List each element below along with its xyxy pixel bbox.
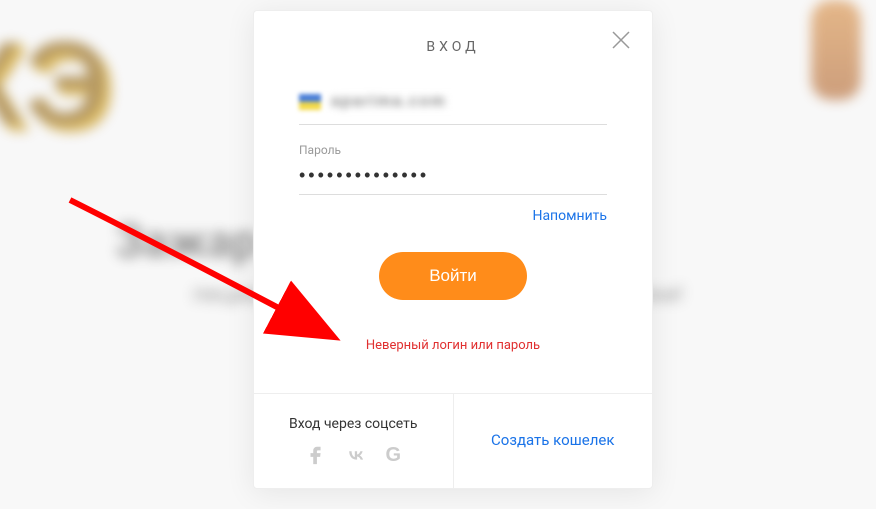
close-icon	[610, 29, 632, 51]
login-modal: ВХОД Пароль Напомнить Войти Неверный лог…	[253, 10, 653, 489]
modal-body: Пароль Напомнить Войти Неверный логин ил…	[254, 79, 652, 393]
remind-wrap: Напомнить	[299, 205, 607, 224]
vk-icon[interactable]	[345, 444, 367, 466]
country-flag-icon	[299, 94, 321, 110]
modal-footer: Вход через соцсеть G Создать кошелек	[254, 393, 652, 488]
password-field[interactable]	[299, 157, 607, 195]
modal-title: ВХОД	[254, 11, 652, 79]
error-message: Неверный логин или пароль	[299, 338, 607, 353]
backdrop-character	[811, 0, 861, 100]
password-input[interactable]	[299, 165, 607, 186]
backdrop-logo-text: КЭ	[0, 15, 110, 153]
password-label: Пароль	[299, 143, 607, 157]
login-input[interactable]	[331, 93, 607, 111]
submit-wrap: Войти	[299, 252, 607, 300]
close-button[interactable]	[610, 29, 632, 51]
create-wallet-section: Создать кошелек	[454, 394, 653, 488]
login-field[interactable]	[299, 79, 607, 125]
facebook-icon[interactable]	[305, 444, 327, 466]
social-icons-row: G	[264, 444, 443, 466]
social-login-title: Вход через соцсеть	[264, 416, 443, 432]
social-login-section: Вход через соцсеть G	[254, 394, 454, 488]
login-button[interactable]: Войти	[379, 252, 527, 300]
remind-link[interactable]: Напомнить	[532, 208, 607, 224]
create-wallet-link[interactable]: Создать кошелек	[491, 431, 614, 449]
google-icon[interactable]: G	[385, 444, 401, 466]
